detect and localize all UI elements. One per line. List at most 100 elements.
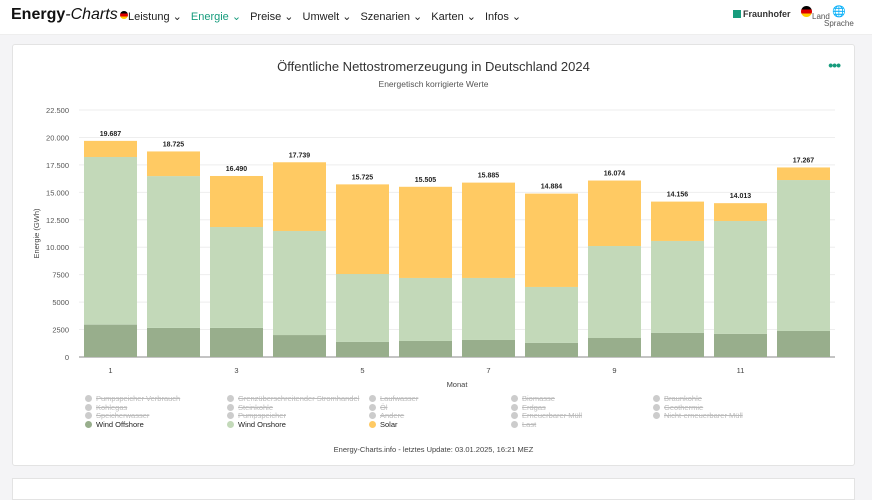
total-label: 15.725: [352, 174, 374, 181]
legend-label: Nicht-erneuerbarer Müll: [664, 411, 743, 420]
legend-marker-icon: [227, 395, 234, 402]
bar-solar[interactable]: [273, 162, 326, 231]
bar-wind-onshore[interactable]: [399, 277, 452, 341]
menu-infos[interactable]: Infos ⌄: [485, 10, 521, 23]
y-tick-label: 2500: [52, 326, 69, 335]
x-tick-label: 11: [737, 366, 745, 375]
menu-szenarien[interactable]: Szenarien ⌄: [360, 10, 422, 23]
legend-marker-icon: [511, 420, 518, 428]
y-tick-label: 0: [65, 353, 69, 362]
main-menu: Leistung ⌄ Energie ⌄ Preise ⌄ Umwelt ⌄ Szena…: [128, 10, 521, 23]
bar-wind-onshore[interactable]: [588, 246, 641, 339]
y-tick-label: 10.000: [46, 243, 69, 252]
bar-solar[interactable]: [525, 193, 578, 287]
legend-marker-icon: [85, 420, 92, 428]
bar-wind-onshore[interactable]: [462, 277, 515, 340]
bar-wind-offshore[interactable]: [336, 341, 389, 357]
legend-marker-icon: [369, 412, 376, 419]
bar-wind-offshore[interactable]: [462, 339, 515, 357]
bar-wind-onshore[interactable]: [525, 286, 578, 343]
legend-item: [653, 421, 795, 430]
x-tick-label: 1: [108, 366, 112, 375]
total-label: 18.725: [163, 141, 185, 148]
legend-item[interactable]: Solar: [369, 419, 511, 430]
bar-wind-onshore[interactable]: [777, 180, 830, 331]
bar-wind-offshore[interactable]: [210, 327, 263, 357]
legend-item[interactable]: Last: [511, 419, 653, 430]
bar-solar[interactable]: [462, 182, 515, 278]
legend-marker-icon: [653, 412, 660, 419]
bar-wind-onshore[interactable]: [651, 240, 704, 333]
top-nav: Energy-Charts Leistung ⌄ Energie ⌄ Preise …: [0, 0, 872, 35]
legend-marker-icon: [85, 412, 92, 419]
y-tick-label: 7500: [52, 271, 69, 280]
bar-wind-offshore[interactable]: [399, 340, 452, 357]
total-label: 14.884: [541, 184, 563, 191]
y-tick-label: 15.000: [46, 188, 69, 197]
total-label: 14.156: [667, 192, 689, 199]
menu-leistung[interactable]: Leistung ⌄: [128, 10, 182, 23]
legend-marker-icon: [227, 412, 234, 419]
bar-wind-offshore[interactable]: [84, 324, 137, 357]
legend-marker-icon: [511, 395, 518, 402]
total-label: 17.739: [289, 152, 311, 159]
legend-marker-icon: [227, 420, 234, 428]
legend-item[interactable]: Laufwasser: [369, 394, 511, 404]
y-tick-label: 12.500: [46, 216, 69, 225]
legend-label: Solar: [380, 419, 398, 429]
logo[interactable]: Energy-Charts: [11, 6, 128, 24]
legend-marker-icon: [653, 395, 660, 402]
bar-wind-offshore[interactable]: [273, 335, 326, 357]
bar-solar[interactable]: [588, 180, 641, 247]
legend-label: Wind Offshore: [96, 419, 144, 429]
y-tick-label: 17.500: [46, 161, 69, 170]
bar-solar[interactable]: [714, 203, 767, 221]
bar-wind-offshore[interactable]: [147, 327, 200, 357]
bar-wind-onshore[interactable]: [84, 156, 137, 325]
bar-solar[interactable]: [399, 186, 452, 278]
x-tick-label: 7: [486, 366, 490, 375]
menu-karten[interactable]: Karten ⌄: [431, 10, 476, 23]
globe-icon: 🌐: [832, 6, 846, 18]
legend-label: Last: [522, 419, 537, 429]
bar-wind-onshore[interactable]: [273, 230, 326, 336]
bar-wind-offshore[interactable]: [777, 330, 830, 357]
legend-item[interactable]: Wind Offshore: [85, 419, 227, 430]
bar-wind-offshore[interactable]: [714, 333, 767, 357]
fraunhofer-logo[interactable]: Fraunhofer: [733, 9, 791, 19]
language-button[interactable]: 🌐 Sprache: [824, 6, 854, 28]
bar-wind-onshore[interactable]: [336, 274, 389, 342]
legend-item[interactable]: Wind Onshore: [227, 420, 369, 430]
legend-marker-icon: [85, 395, 92, 402]
bar-wind-onshore[interactable]: [147, 176, 200, 328]
y-tick-label: 5000: [52, 298, 69, 307]
bar-wind-offshore[interactable]: [525, 342, 578, 357]
bar-wind-offshore[interactable]: [651, 332, 704, 357]
menu-preise[interactable]: Preise ⌄: [250, 10, 293, 23]
bar-chart: 0 2500 5000 7500 10.000 12.500 15.000 17.500 20.…: [32, 106, 835, 389]
x-tick-label: 9: [612, 366, 616, 375]
total-label: 14.013: [730, 193, 752, 200]
y-tick-label: 20.000: [46, 133, 69, 142]
total-label: 16.074: [604, 171, 626, 178]
bar-wind-onshore[interactable]: [714, 220, 767, 334]
bar-solar[interactable]: [651, 201, 704, 241]
legend-marker-icon: [227, 403, 234, 411]
bar-solar[interactable]: [336, 184, 389, 275]
legend-marker-icon: [85, 403, 92, 411]
menu-energie[interactable]: Energie ⌄: [191, 10, 241, 23]
bar-solar[interactable]: [147, 151, 200, 177]
legend-marker-icon: [653, 403, 660, 411]
chart-card: Öffentliche Nettostromerzeugung in Deuts…: [12, 44, 855, 466]
legend-item[interactable]: Nicht-erneuerbarer Müll: [653, 411, 795, 421]
legend-marker-icon: [369, 403, 376, 411]
x-axis-label: Monat: [447, 380, 469, 389]
total-label: 15.505: [415, 177, 437, 184]
bar-solar[interactable]: [84, 140, 137, 157]
legend-marker-icon: [369, 420, 376, 428]
bar-wind-offshore[interactable]: [588, 338, 641, 357]
bar-solar[interactable]: [777, 167, 830, 181]
bar-wind-onshore[interactable]: [210, 227, 263, 328]
bar-solar[interactable]: [210, 175, 263, 228]
menu-umwelt[interactable]: Umwelt ⌄: [303, 10, 352, 23]
